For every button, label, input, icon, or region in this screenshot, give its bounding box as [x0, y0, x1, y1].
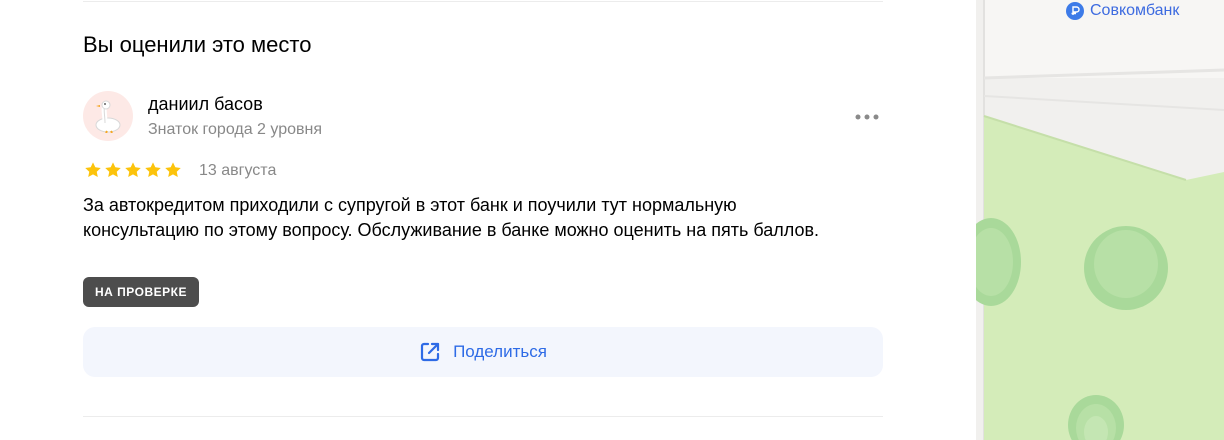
- map-view[interactable]: [976, 0, 1224, 440]
- bank-icon: [1066, 2, 1084, 20]
- section-title: Вы оценили это место: [83, 32, 312, 57]
- star-icon: [104, 161, 122, 179]
- share-icon: [420, 342, 440, 362]
- share-label: Поделиться: [453, 342, 547, 361]
- goose-icon: [95, 100, 121, 133]
- star-icon: [84, 161, 102, 179]
- map-canvas: [976, 0, 1224, 440]
- review-text: За автокредитом приходили с супругой в э…: [83, 195, 820, 240]
- review-date: 13 августа: [199, 162, 277, 179]
- author-name[interactable]: даниил басов: [148, 94, 263, 115]
- divider: [83, 416, 883, 417]
- rating-stars: [84, 161, 182, 179]
- more-dots-icon: [855, 114, 879, 120]
- review-panel: Вы оценили это место даниил басов Знаток…: [0, 0, 976, 440]
- poi-label: Совкомбанк: [1090, 2, 1180, 19]
- share-button[interactable]: Поделиться: [83, 327, 883, 377]
- divider: [83, 1, 883, 2]
- map-poi-sovcombank[interactable]: Совкомбанк: [1066, 0, 1179, 22]
- more-button[interactable]: [851, 104, 883, 130]
- star-icon: [164, 161, 182, 179]
- avatar[interactable]: [83, 91, 133, 141]
- author-level: Знаток города 2 уровня: [148, 121, 323, 138]
- star-icon: [144, 161, 162, 179]
- status-badge: НА ПРОВЕРКЕ: [83, 277, 199, 307]
- star-icon: [124, 161, 142, 179]
